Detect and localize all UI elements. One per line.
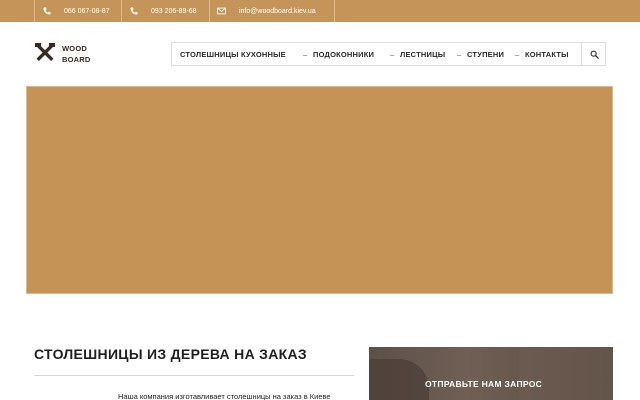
email-address[interactable]: info@woodboard.kiev.ua <box>239 8 316 15</box>
topbar-divider <box>34 0 35 22</box>
topbar-divider <box>334 0 335 22</box>
intro-text: Наша компания изготавливает столешницы н… <box>118 392 331 400</box>
nav-item-stairs[interactable]: ЛЕСТНИЦЫ <box>400 43 445 65</box>
nav-separator: – <box>303 49 308 59</box>
logo-line-2: BOARD <box>62 55 91 64</box>
main-navigation: СТОЛЕШНИЦЫ КУХОННЫЕ – ПОДОКОННИКИ – ЛЕСТ… <box>171 42 606 66</box>
site-logo[interactable]: WOOD BOARD <box>34 42 94 66</box>
phone-number-1[interactable]: 066 067-08-87 <box>64 8 110 15</box>
hero-banner <box>26 86 613 294</box>
crossed-tools-icon <box>34 42 56 64</box>
topbar-divider <box>209 0 210 22</box>
nav-separator: – <box>515 49 520 59</box>
phone-contact-1[interactable]: 066 067-08-87 <box>42 0 110 22</box>
panel-background-shape <box>369 359 429 400</box>
nav-item-countertops[interactable]: СТОЛЕШНИЦЫ КУХОННЫЕ <box>180 43 286 65</box>
nav-item-steps[interactable]: СТУПЕНИ <box>467 43 504 65</box>
email-contact[interactable]: info@woodboard.kiev.ua <box>217 0 316 22</box>
top-contact-bar: 066 067-08-87 093 206-89-68 info@woodboa… <box>0 0 640 22</box>
logo-wordmark: WOOD BOARD <box>62 43 91 65</box>
logo-line-1: WOOD <box>62 44 87 53</box>
phone-icon <box>42 7 51 16</box>
search-icon <box>590 50 599 59</box>
envelope-icon <box>217 7 226 16</box>
request-panel[interactable]: ОТПРАВЬТЕ НАМ ЗАПРОС <box>369 347 613 400</box>
phone-number-2[interactable]: 093 206-89-68 <box>151 8 197 15</box>
phone-icon <box>129 7 138 16</box>
nav-separator: – <box>390 49 395 59</box>
request-title: ОТПРАВЬТЕ НАМ ЗАПРОС <box>425 379 543 389</box>
phone-contact-2[interactable]: 093 206-89-68 <box>129 0 197 22</box>
nav-separator: – <box>457 49 462 59</box>
nav-item-contacts[interactable]: КОНТАКТЫ <box>525 43 569 65</box>
panel-background-shape <box>519 347 613 400</box>
search-button[interactable] <box>581 43 606 65</box>
page-title: СТОЛЕШНИЦЫ ИЗ ДЕРЕВА НА ЗАКАЗ <box>34 346 307 362</box>
topbar-divider <box>121 0 122 22</box>
title-divider <box>34 375 354 376</box>
nav-item-windowsills[interactable]: ПОДОКОННИКИ <box>313 43 374 65</box>
